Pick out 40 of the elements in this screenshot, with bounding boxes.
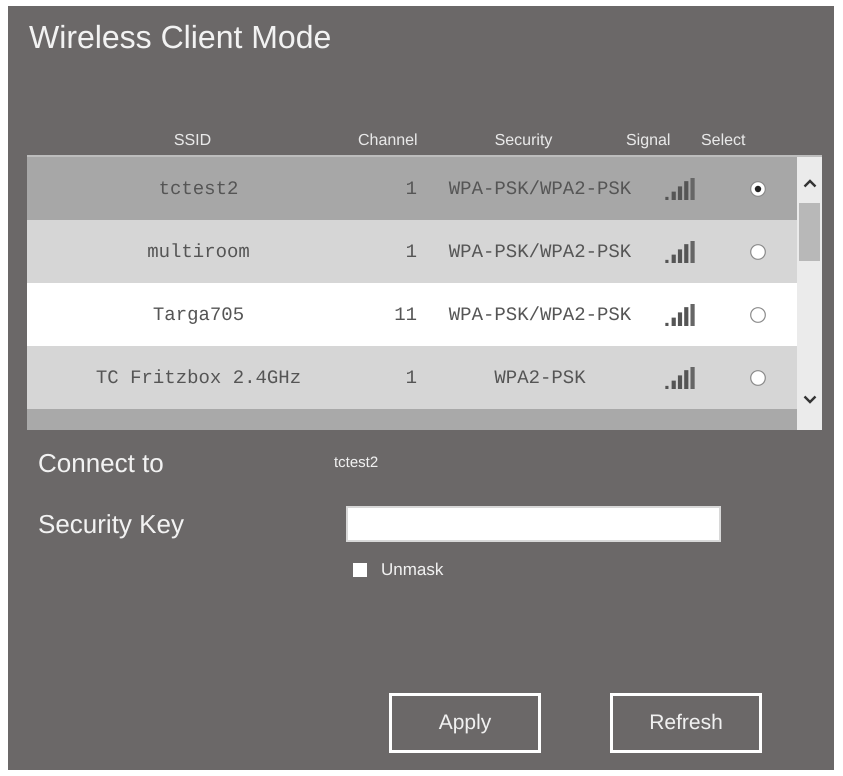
column-header: Security xyxy=(494,131,552,151)
security-cell: WPA-PSK/WPA2-PSK xyxy=(448,178,632,200)
radio-button[interactable] xyxy=(750,180,766,196)
radio-button[interactable] xyxy=(750,306,766,322)
column-header: Select xyxy=(701,131,746,151)
ssid-cell: tctest2 xyxy=(158,178,238,200)
network-row[interactable]: Targa705 11 WPA-PSK/WPA2-PSK xyxy=(27,283,797,346)
security-cell: WPA2-PSK xyxy=(494,366,586,388)
unmask-label: Unmask xyxy=(381,560,444,580)
signal-icon xyxy=(665,366,695,388)
network-row[interactable]: TC Fritzbox 2.4GHz 1 WPA2-PSK xyxy=(27,346,797,409)
action-button[interactable]: Refresh xyxy=(610,693,762,753)
column-header: Channel xyxy=(358,131,418,151)
channel-cell: 1 xyxy=(406,240,417,262)
channel-cell: 1 xyxy=(406,366,417,388)
signal-icon xyxy=(665,240,695,262)
scrollbar-thumb[interactable] xyxy=(799,203,820,261)
channel-cell: 1 xyxy=(406,178,417,200)
channel-cell: 11 xyxy=(394,304,417,326)
unmask-checkbox[interactable] xyxy=(353,563,367,577)
signal-icon xyxy=(665,178,695,200)
security-key-label: Security Key xyxy=(38,509,184,539)
connect-to-label: Connect to xyxy=(38,448,164,478)
scroll-up-icon[interactable] xyxy=(802,179,816,188)
scroll-down-icon[interactable] xyxy=(802,395,816,404)
window-title: Wireless Client Mode xyxy=(29,19,332,56)
ssid-cell: Targa705 xyxy=(152,304,244,326)
radio-button[interactable] xyxy=(750,370,766,386)
signal-icon xyxy=(665,304,695,326)
ssid-cell: multiroom xyxy=(147,240,250,262)
security-key-field[interactable] xyxy=(346,506,721,542)
action-button[interactable]: Apply xyxy=(389,693,541,753)
column-header: SSID xyxy=(174,131,212,151)
radio-button[interactable] xyxy=(750,244,766,260)
security-cell: WPA-PSK/WPA2-PSK xyxy=(448,240,632,262)
column-header: Signal xyxy=(626,131,670,151)
connect-to-value: tctest2 xyxy=(334,453,378,473)
security-cell: WPA-PSK/WPA2-PSK xyxy=(448,304,632,326)
ssid-cell: TC Fritzbox 2.4GHz xyxy=(96,366,302,388)
network-row[interactable]: multiroom 1 WPA-PSK/WPA2-PSK xyxy=(27,220,797,283)
